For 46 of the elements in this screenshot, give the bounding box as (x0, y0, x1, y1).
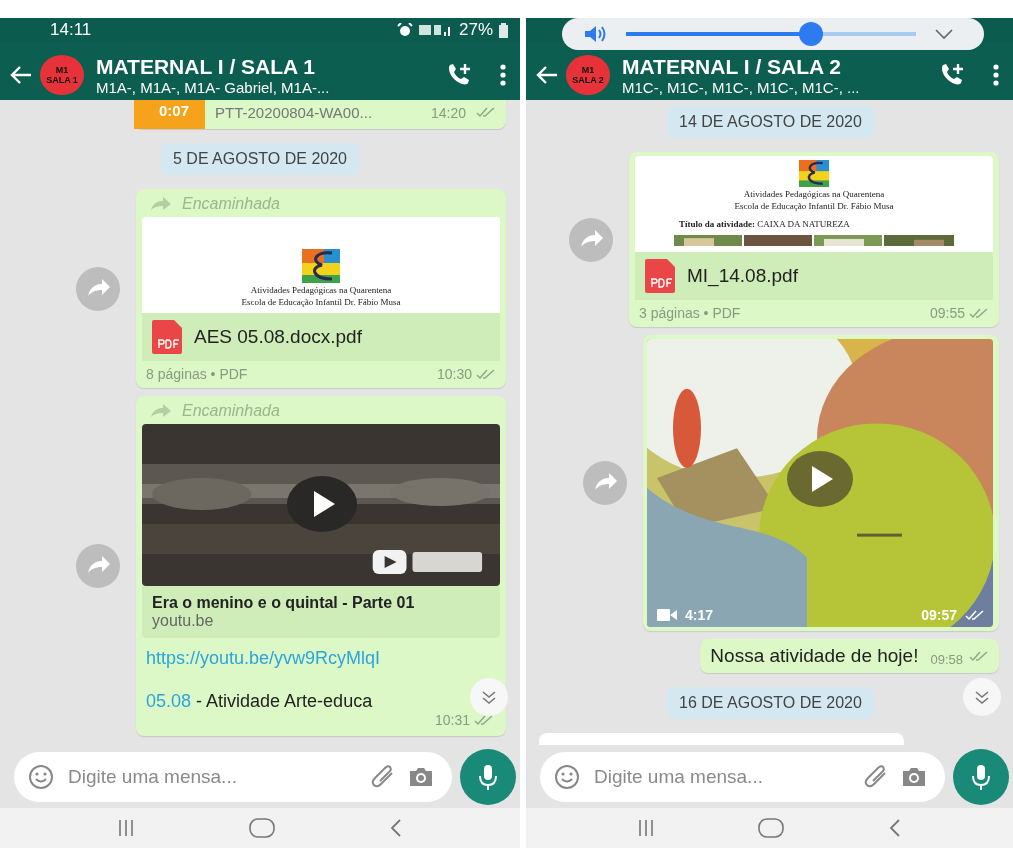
message-time: 10:31 (434, 712, 470, 728)
message-time: 10:30 (436, 366, 472, 382)
status-time: 14:11 (50, 20, 92, 40)
document-message-bubble[interactable]: Encaminhada Atividades Pedagógicas na Quarentena Escola de Educação Infantil Dr. Fábio Musa AES 05.08.docx.pdf 8 páginas • PDF 10:30 (136, 189, 506, 388)
message-time: 09:55 (929, 305, 965, 321)
group-avatar[interactable]: M1 SALA 1 (40, 55, 84, 95)
document-text: Atividades Pedagógicas na Quarentena (250, 285, 392, 295)
chat-members: M1C-, M1C-, M1C-, M1C-, M1C-, ... (622, 78, 861, 96)
message-box[interactable]: Digite uma mensa... (540, 751, 945, 802)
voice-message-bubble[interactable]: 0:07 PTT-20200804-WA00... 14:20 (134, 100, 506, 129)
message-field[interactable]: Digite uma mensa... (592, 764, 851, 789)
link-message-bubble[interactable]: Encaminhada Era o menino e o quintal - Parte 01 youtu.be https://youtu.be/yvw9RcyMlqI 05.08 - Atividade Arte-educa 10:31 (136, 396, 506, 736)
date-chip: 14 DE AGOSTO DE 2020 (667, 106, 874, 138)
link-title: Era o menino e o quintal - Parte 01 (152, 594, 416, 612)
file-info: 8 páginas • PDF (146, 366, 249, 382)
document-message-bubble[interactable]: Atividades Pedagógicas na Quarentena Escola de Educação Infantil Dr. Fábio Musa Título da atividade: CAIXA DA NATUREZA MI_14.08.pdf 3 páginas • PDF 09:55 (629, 152, 999, 327)
voice-file-name: PTT-20200804-WA00... (215, 104, 374, 121)
message-text: Nossa atividade de hoje! (710, 645, 919, 667)
date-chip: 16 DE AGOSTO DE 2020 (667, 687, 874, 719)
video-duration: 4:17 (685, 607, 714, 623)
file-info: 3 páginas • PDF (639, 305, 742, 321)
message-time: 09:58 (930, 652, 963, 667)
document-text: Escola de Educação Infantil Dr. Fábio Musa (241, 297, 401, 307)
forwarded-label: Encaminhada (182, 402, 280, 420)
document-text: Atividades Pedagógicas na Quarentena (743, 188, 885, 199)
message-box[interactable]: Digite uma mensa... (14, 751, 452, 802)
document-preview[interactable]: Atividades Pedagógicas na Quarentena Escola de Educação Infantil Dr. Fábio Musa Título da atividade: CAIXA DA NATUREZA (635, 156, 993, 252)
chat-members: M1A-, M1A-, M1A- Gabriel, M1A-... (96, 78, 331, 96)
message-field[interactable]: Digite uma mensa... (66, 764, 358, 789)
date-chip: 5 DE AGOSTO DE 2020 (161, 143, 359, 175)
document-text: Escola de Educação Infantil Dr. Fábio Musa (734, 200, 894, 211)
message-time: 09:57 (921, 607, 957, 623)
link-domain: youtu.be (152, 612, 215, 630)
forwarded-label: Encaminhada (182, 195, 280, 213)
file-name: MI_14.08.pdf (687, 265, 798, 287)
text-message-bubble[interactable]: Nossa atividade de hoje! 09:58 (700, 639, 999, 673)
battery-level: 27% (458, 20, 493, 40)
file-name: AES 05.08.docx.pdf (194, 326, 362, 348)
document-preview[interactable]: Atividades Pedagógicas na Quarentena Escola de Educação Infantil Dr. Fábio Musa (142, 217, 500, 313)
message-time: 14:20 (430, 104, 466, 121)
chat-title[interactable]: MATERNAL I / SALA 2 (622, 54, 921, 79)
document-text: Título da atividade: CAIXA DA NATUREZA (679, 218, 850, 229)
chat-title[interactable]: MATERNAL I / SALA 1 (96, 54, 428, 79)
group-avatar[interactable]: M1 SALA 2 (566, 55, 610, 95)
voice-duration: 0:07 (134, 100, 206, 129)
link-preview-card[interactable]: Era o menino e o quintal - Parte 01 youtu.be (142, 586, 500, 638)
